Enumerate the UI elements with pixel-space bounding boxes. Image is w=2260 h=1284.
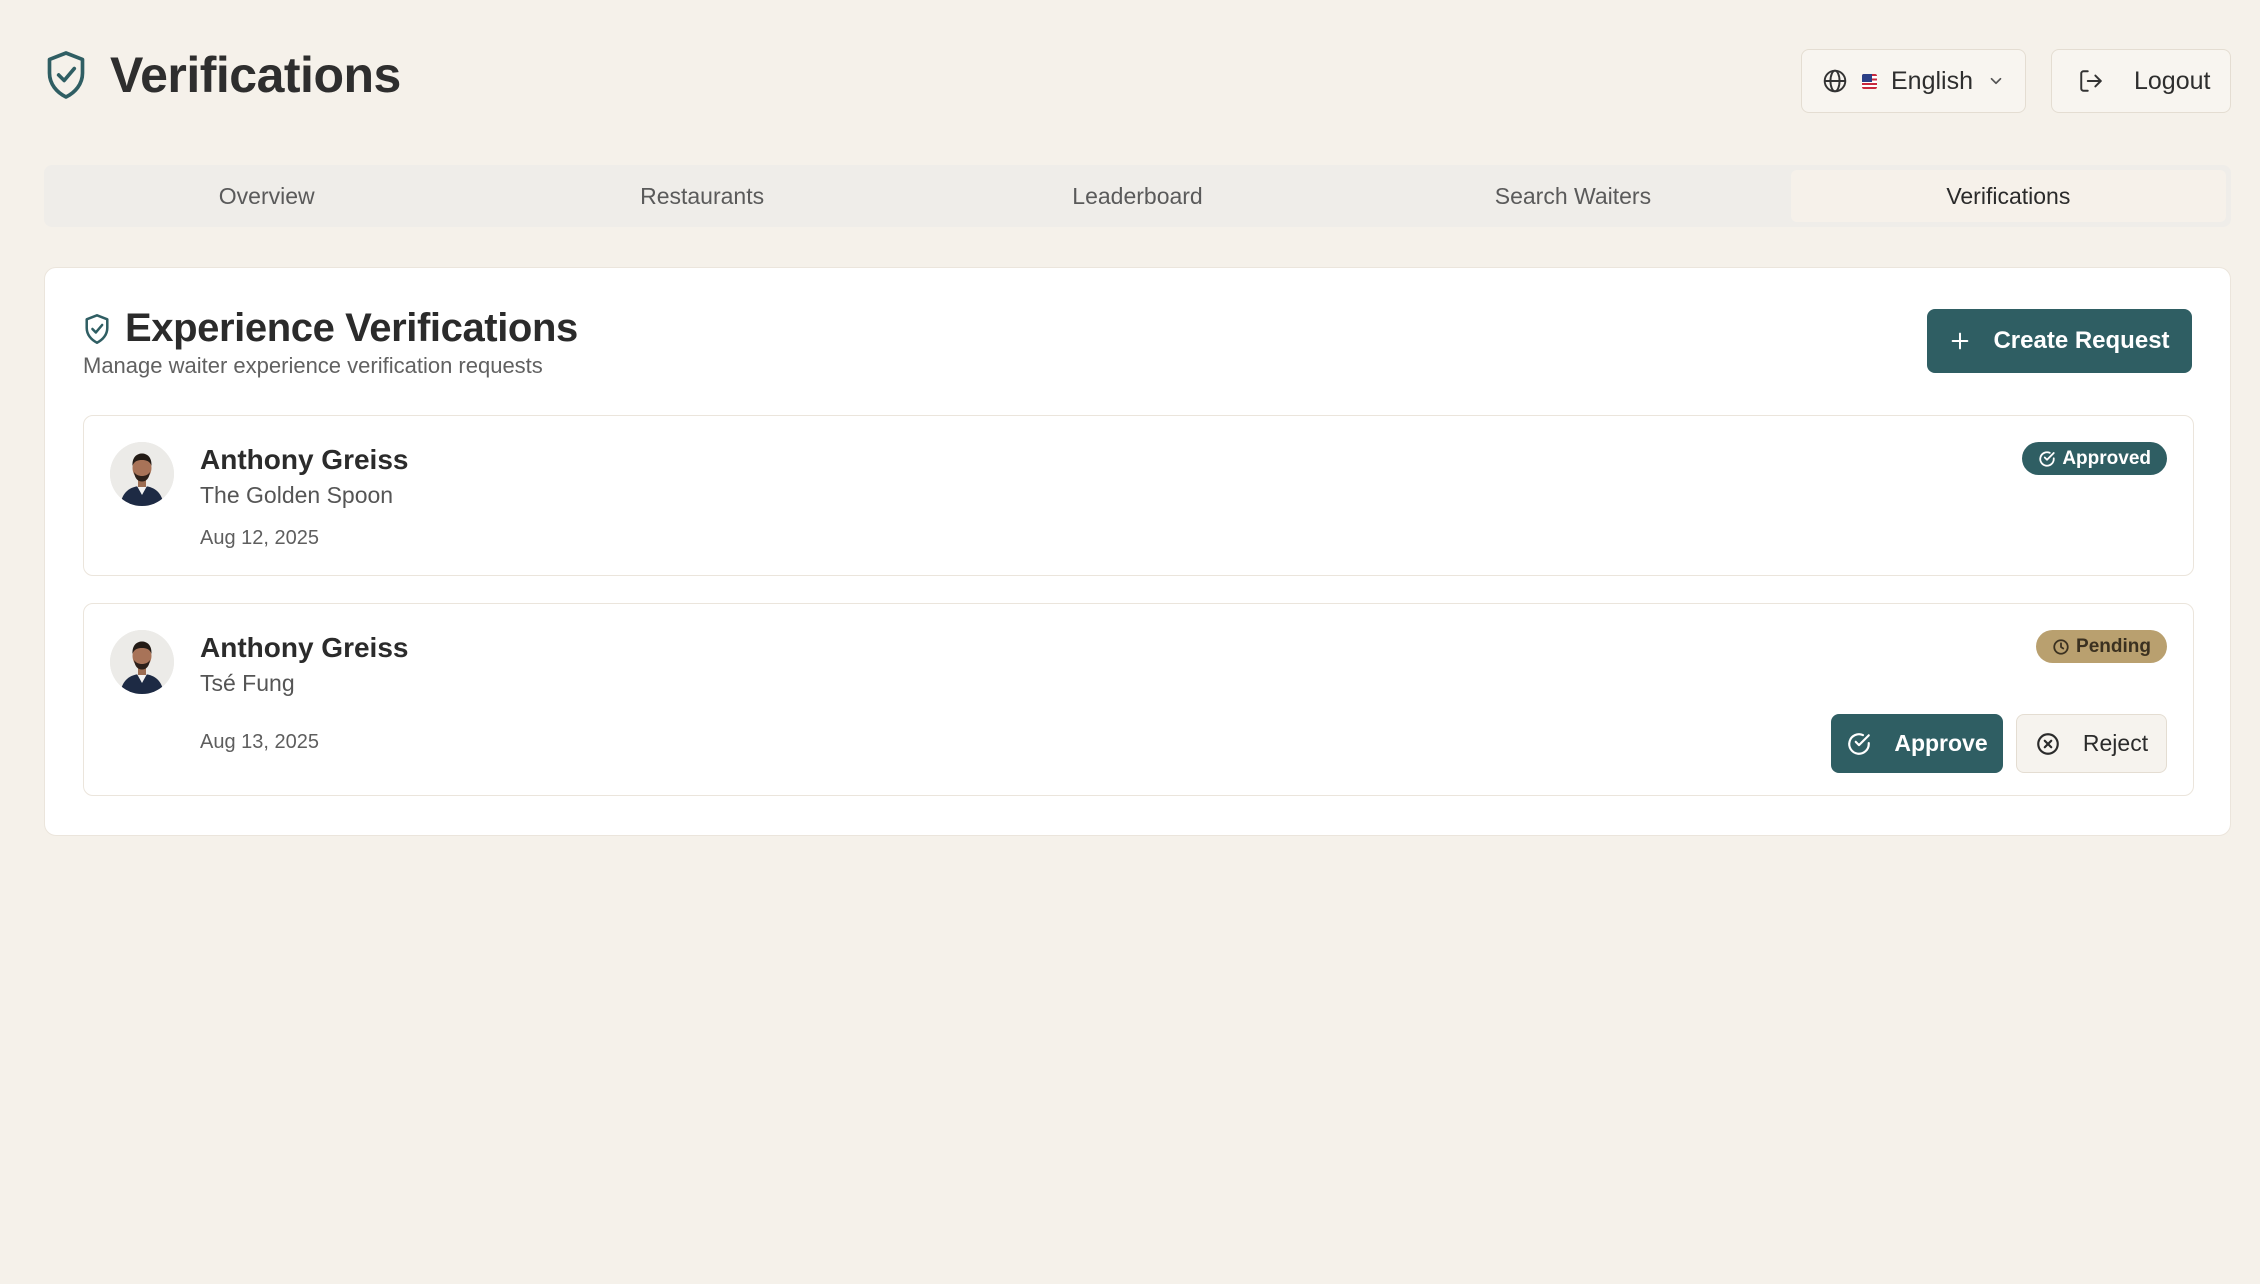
chevron-down-icon xyxy=(1987,72,2005,90)
restaurant-name: Tsé Fung xyxy=(200,670,295,696)
tab-restaurants[interactable]: Restaurants xyxy=(484,170,919,222)
status-label: Approved xyxy=(2062,447,2151,469)
page: Verifications English Logout Overview Re… xyxy=(0,0,2260,1284)
section-title: Experience Verifications xyxy=(125,306,578,350)
tab-overview[interactable]: Overview xyxy=(49,170,484,222)
list-item: Anthony Greiss The Golden Spoon Aug 12, … xyxy=(83,415,2194,576)
status-label: Pending xyxy=(2076,635,2151,657)
approve-label: Approve xyxy=(1894,730,1988,756)
tab-leaderboard[interactable]: Leaderboard xyxy=(920,170,1355,222)
create-request-label: Create Request xyxy=(1993,327,2170,354)
plus-icon xyxy=(1949,330,1971,352)
main-tabs: Overview Restaurants Leaderboard Search … xyxy=(44,165,2231,227)
header-actions: English Logout xyxy=(1801,49,2231,113)
reject-label: Reject xyxy=(2082,730,2149,756)
verifications-card: Experience Verifications Manage waiter e… xyxy=(44,267,2231,836)
status-badge: Approved xyxy=(2022,442,2167,475)
approve-button[interactable]: Approve xyxy=(1831,714,2003,773)
shield-check-icon xyxy=(83,313,111,345)
waiter-name: Anthony Greiss xyxy=(200,632,409,663)
request-date: Aug 12, 2025 xyxy=(200,527,319,549)
tab-search-waiters[interactable]: Search Waiters xyxy=(1355,170,1790,222)
restaurant-name: The Golden Spoon xyxy=(200,482,394,508)
waiter-name: Anthony Greiss xyxy=(200,444,409,475)
tab-verifications[interactable]: Verifications xyxy=(1790,170,2227,222)
globe-icon xyxy=(1822,68,1848,94)
avatar xyxy=(110,630,174,694)
x-circle-icon xyxy=(2035,731,2061,757)
avatar xyxy=(110,442,174,506)
logout-button[interactable]: Logout xyxy=(2051,49,2231,113)
request-date: Aug 13, 2025 xyxy=(200,731,319,753)
clock-icon xyxy=(2052,638,2070,656)
logout-label: Logout xyxy=(2134,66,2211,95)
create-request-button[interactable]: Create Request xyxy=(1927,309,2192,373)
page-title: Verifications xyxy=(110,47,401,103)
card-title-row: Experience Verifications xyxy=(83,306,578,351)
reject-button[interactable]: Reject xyxy=(2016,714,2167,773)
check-circle-icon xyxy=(1846,731,1872,757)
list-item: Anthony Greiss Tsé Fung Aug 13, 2025 Pen… xyxy=(83,603,2194,796)
logout-icon xyxy=(2078,68,2104,94)
section-subtitle: Manage waiter experience verification re… xyxy=(83,353,543,378)
check-circle-icon xyxy=(2038,450,2056,468)
language-label: English xyxy=(1891,66,1973,95)
status-badge: Pending xyxy=(2036,630,2167,663)
card-header: Experience Verifications Manage waiter e… xyxy=(83,306,578,379)
us-flag-icon xyxy=(1862,73,1877,89)
shield-check-icon xyxy=(44,49,88,101)
request-actions: Approve Reject xyxy=(1831,714,2167,773)
page-header: Verifications xyxy=(44,46,401,104)
language-select[interactable]: English xyxy=(1801,49,2026,113)
